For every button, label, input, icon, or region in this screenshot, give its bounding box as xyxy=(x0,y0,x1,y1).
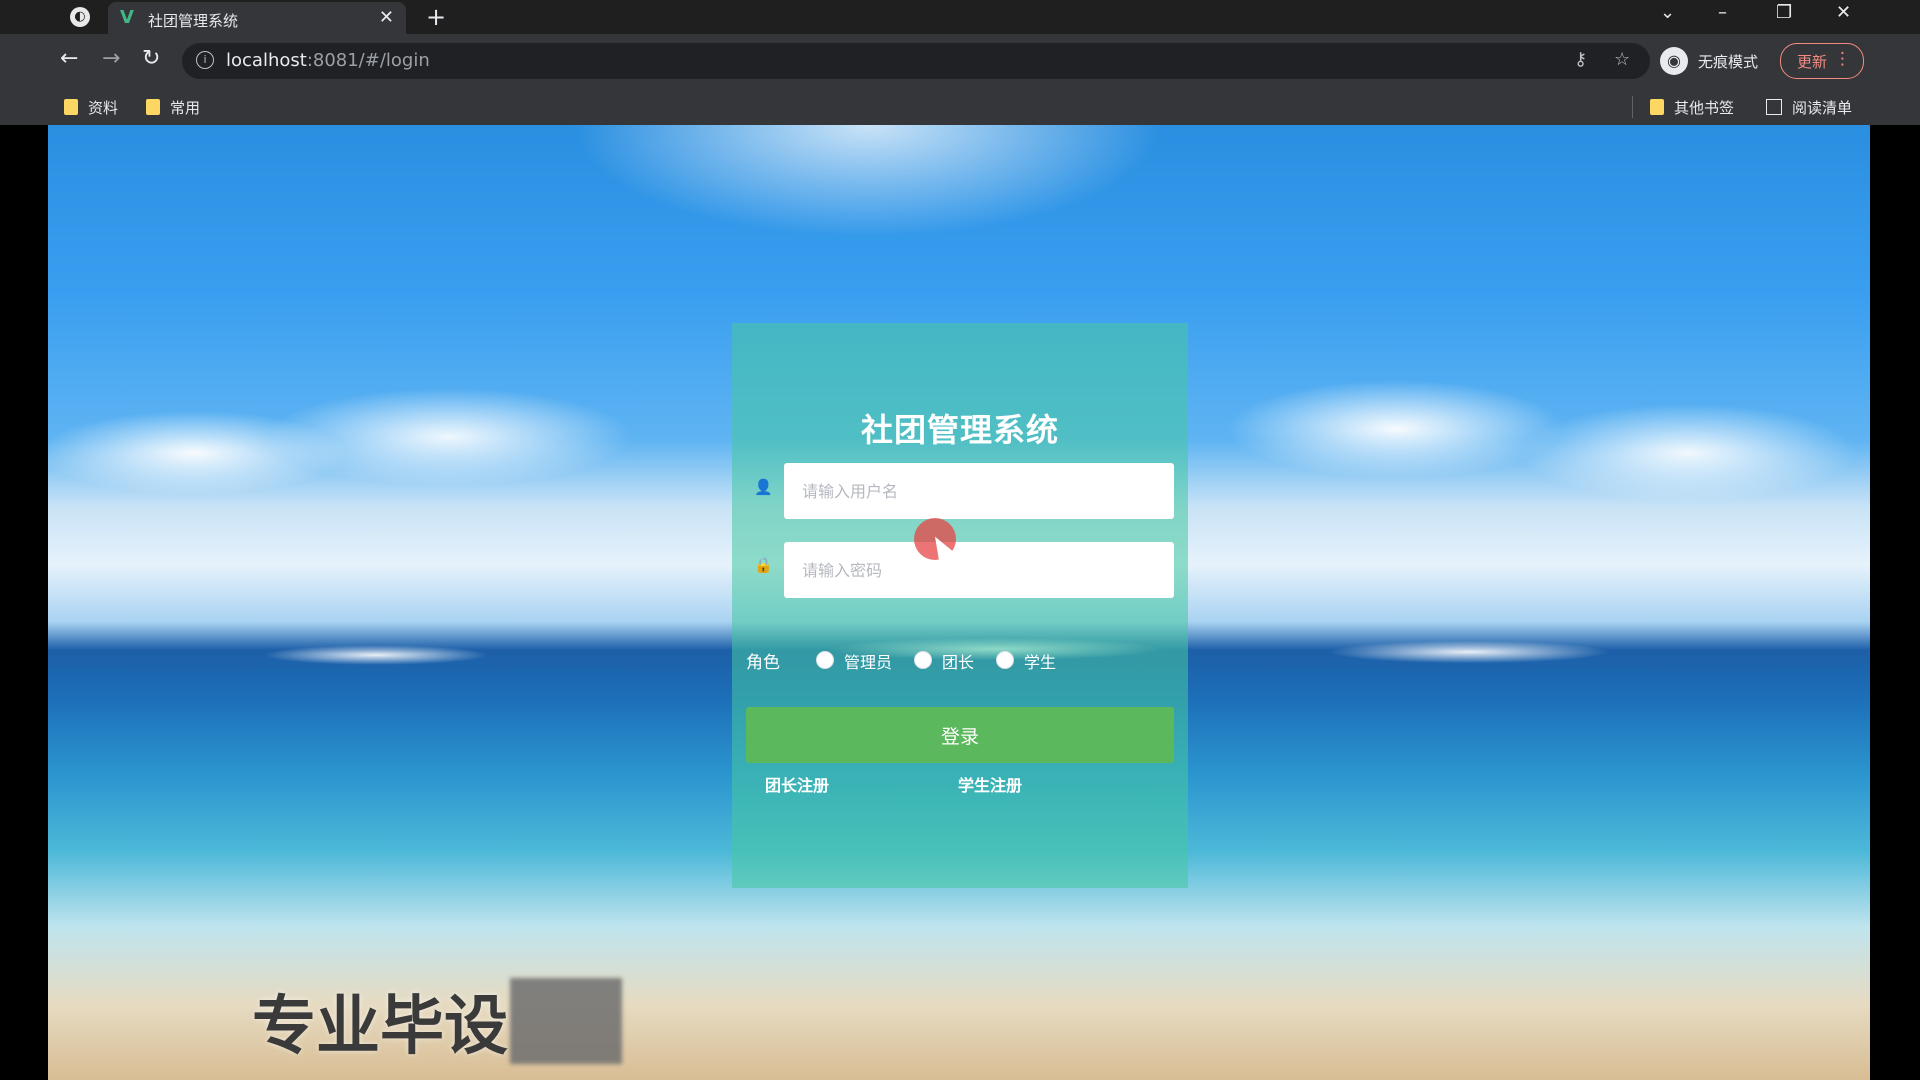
vue-favicon-icon: V xyxy=(120,7,134,28)
bookmarks-bar: 资料 常用 其他书签 阅读清单 xyxy=(0,88,1920,125)
toolbar: ← → ↻ i localhost:8081/#/login ⚷ ☆ ◉ 无痕模… xyxy=(0,34,1920,88)
user-icon: 👤 xyxy=(754,478,773,496)
username-input[interactable] xyxy=(784,463,1174,519)
bookmark-folder-changyong[interactable]: 常用 xyxy=(146,97,200,118)
close-icon[interactable]: ✕ xyxy=(379,7,394,28)
minimize-icon[interactable]: – xyxy=(1718,2,1727,23)
role-selector: 角色 管理员 团长 学生 xyxy=(746,648,1166,673)
role-option-label: 管理员 xyxy=(844,653,893,672)
incognito-icon: ◉ xyxy=(1660,47,1688,75)
close-window-icon[interactable]: ✕ xyxy=(1836,2,1851,23)
forward-icon[interactable]: → xyxy=(102,46,120,71)
other-bookmarks[interactable]: 其他书签 xyxy=(1650,97,1734,118)
radio-circle[interactable] xyxy=(914,651,932,669)
register-student-link[interactable]: 学生注册 xyxy=(958,772,1022,796)
reading-list[interactable]: 阅读清单 xyxy=(1766,97,1852,118)
update-label: 更新 xyxy=(1797,53,1828,71)
login-panel: 社团管理系统 👤 🔒 角色 管理员 团长 学生 登录 团长注册 学生注册 xyxy=(732,323,1188,888)
browser-logo-icon: ◐ xyxy=(70,7,90,27)
maximize-icon[interactable]: ❐ xyxy=(1776,2,1792,23)
folder-icon xyxy=(1650,99,1664,115)
profile-label: 无痕模式 xyxy=(1698,53,1759,71)
back-icon[interactable]: ← xyxy=(60,46,78,71)
tab-bar: ◐ V 社团管理系统 ✕ + ⌄ – ❐ ✕ xyxy=(0,0,1920,34)
address-bar[interactable]: i localhost:8081/#/login ⚷ ☆ xyxy=(182,43,1650,79)
info-icon[interactable]: i xyxy=(196,51,214,69)
login-button[interactable]: 登录 xyxy=(746,707,1174,763)
bookmark-divider xyxy=(1632,96,1633,118)
blurred-region xyxy=(510,978,622,1064)
screen-border-right xyxy=(1870,125,1920,1080)
reload-icon[interactable]: ↻ xyxy=(142,46,160,71)
folder-icon xyxy=(146,99,160,115)
watermark-text: 专业毕设 xyxy=(252,990,508,1064)
screen-border-left xyxy=(0,125,48,1080)
bookmark-folder-ziliao[interactable]: 资料 xyxy=(64,97,118,118)
active-tab[interactable]: V 社团管理系统 ✕ xyxy=(108,2,406,34)
lock-icon: 🔒 xyxy=(754,556,773,574)
star-icon[interactable]: ☆ xyxy=(1614,49,1630,70)
update-button[interactable]: 更新 ⋮ xyxy=(1780,43,1864,79)
reading-list-icon xyxy=(1766,99,1782,115)
folder-icon xyxy=(64,99,78,115)
password-input[interactable] xyxy=(784,542,1174,598)
radio-circle[interactable] xyxy=(816,651,834,669)
chevron-down-icon[interactable]: ⌄ xyxy=(1660,2,1675,23)
more-icon[interactable]: ⋮ xyxy=(1834,49,1851,69)
login-title: 社团管理系统 xyxy=(860,411,1059,449)
incognito-profile[interactable]: ◉ 无痕模式 xyxy=(1660,43,1770,79)
radio-circle[interactable] xyxy=(996,651,1014,669)
role-label: 角色 xyxy=(746,653,780,673)
new-tab-button[interactable]: + xyxy=(426,3,446,31)
register-leader-link[interactable]: 团长注册 xyxy=(765,772,829,796)
role-option-label: 团长 xyxy=(942,653,975,672)
key-icon[interactable]: ⚷ xyxy=(1574,49,1587,70)
role-option-label: 学生 xyxy=(1024,653,1057,672)
tab-title: 社团管理系统 xyxy=(148,12,239,30)
page-background: 社团管理系统 👤 🔒 角色 管理员 团长 学生 登录 团长注册 学生注册 专业毕… xyxy=(48,125,1870,1080)
browser-chrome: ◐ V 社团管理系统 ✕ + ⌄ – ❐ ✕ ← → ↻ i localhost… xyxy=(0,0,1920,125)
url-text[interactable]: localhost:8081/#/login xyxy=(226,50,430,71)
